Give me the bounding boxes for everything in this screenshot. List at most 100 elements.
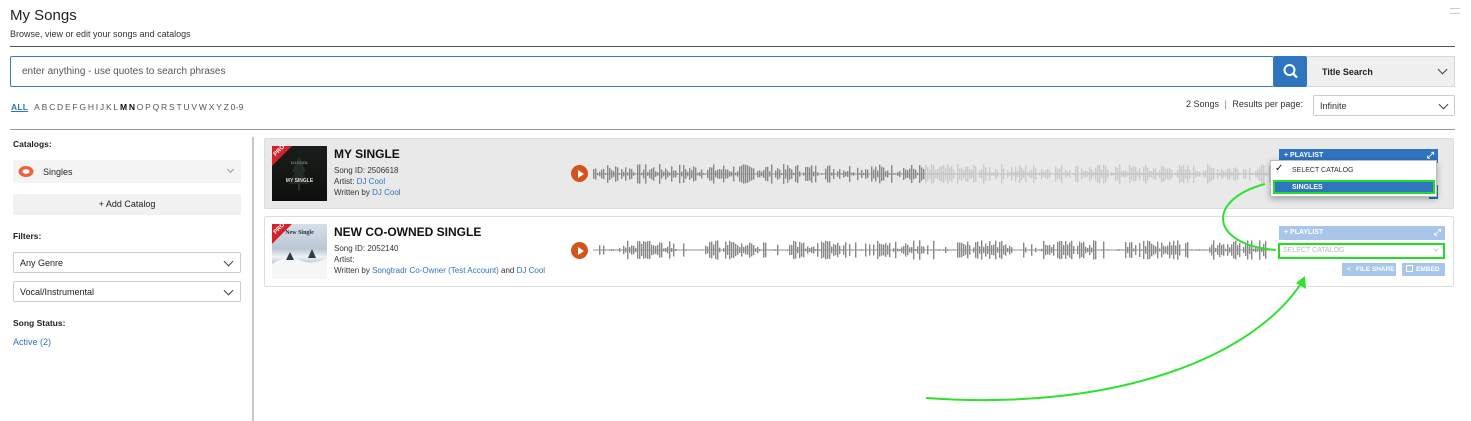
writer-link[interactable]: DJ Cool [372,188,400,197]
alpha-filter-letter[interactable]: O [137,102,144,112]
play-button[interactable] [571,165,588,182]
alpha-filter-all[interactable]: ALL [11,102,28,112]
waveform-bar [689,249,691,251]
sidebar-catalog-singles[interactable]: Singles [13,160,241,183]
waveform-bar [607,249,609,251]
dropdown-option-label: SINGLES [1292,184,1323,191]
waveform-bar [941,249,943,251]
add-catalog-button[interactable]: + Add Catalog [13,194,241,215]
waveform-bar [877,170,879,178]
alpha-filter-letter[interactable]: J [100,102,104,112]
waveform-bar [897,172,899,176]
waveform-bar [963,243,965,257]
alpha-filter-letter[interactable]: X [209,102,215,112]
song-title[interactable]: MY SINGLE [334,147,400,161]
alpha-filter-letter[interactable]: R [161,102,167,112]
waveform-bar [791,169,793,179]
song-title[interactable]: NEW CO-OWNED SINGLE [334,225,481,239]
alpha-filter-letter[interactable]: Y [216,102,222,112]
waveform-bar [1015,166,1017,182]
waveform-bar [783,164,785,184]
dropdown-option-select-catalog[interactable]: ✓ SELECT CATALOG [1273,163,1433,177]
alpha-filter-letter[interactable]: W [199,102,207,112]
waveform-bar [669,172,671,176]
waveform-bar [679,164,681,184]
waveform-bar [811,247,813,253]
alpha-filter-letter[interactable]: A [34,102,40,112]
waveform-bar [1091,247,1093,253]
alpha-filter-letter[interactable]: P [145,102,151,112]
waveform-bar [989,241,991,259]
waveform-bar [947,164,949,184]
waveform-bar [747,245,749,255]
alpha-filter-letter[interactable]: S [169,102,175,112]
waveform-bar [711,241,713,259]
writer-link[interactable]: Songtradr Co-Owner (Test Account) [372,266,499,275]
waveform-bar [685,169,687,179]
waveform-bar [637,241,639,259]
waveform-bar [973,165,975,183]
waveform-bar [1137,171,1139,177]
alpha-filter-letter[interactable]: N [129,102,135,112]
waveform-bar [691,169,693,179]
alpha-filter-letter[interactable]: T [176,102,181,112]
waveform-bar [793,172,795,176]
alpha-filter-letter[interactable]: I [96,102,99,112]
expand-icon[interactable]: ⤢ [1434,227,1441,238]
writer-link[interactable]: DJ Cool [517,266,545,275]
search-button[interactable] [1274,56,1307,87]
waveform-bar [773,173,775,175]
alpha-filter-letter[interactable]: C [49,102,55,112]
embed-button[interactable]: EMBED [1402,263,1445,276]
waveform[interactable] [593,239,1273,261]
waveform-bar [921,167,923,181]
waveform-bar [683,165,685,183]
artist-link[interactable]: DJ Cool [357,177,385,186]
alpha-filter-letter[interactable]: V [191,102,197,112]
waveform-bar [627,240,629,260]
waveform[interactable] [593,163,1273,185]
menu-icon[interactable] [1450,8,1460,14]
waveform-bar [789,244,791,256]
alpha-filter-letter[interactable]: H [88,102,94,112]
alpha-filter-letter[interactable]: K [106,102,112,112]
waveform-bar [1233,241,1235,259]
search-input[interactable] [11,57,1273,86]
alpha-filter-letter[interactable]: M [120,102,127,112]
waveform-bar [1063,172,1065,176]
waveform-bar [737,245,739,255]
alpha-filter-letter[interactable]: U [183,102,189,112]
waveform-bar [1009,172,1011,176]
waveform-bar [1127,246,1129,254]
alpha-filter-letter[interactable]: E [65,102,71,112]
waveform-bar [1133,248,1135,252]
play-button[interactable] [571,242,588,259]
page-title: My Songs [10,7,77,24]
alpha-filter-letter[interactable]: Q [153,102,160,112]
genre-select[interactable]: Any Genre [13,252,241,273]
alpha-filter-letter[interactable]: L [113,102,118,112]
search-mode-select[interactable]: Title Search [1307,56,1455,87]
alpha-filter-letter[interactable]: 0-9 [231,102,244,112]
waveform-bar [1187,241,1189,259]
waveform-bar [839,245,841,255]
chevron-down-icon [223,256,234,267]
alpha-filter-letter[interactable]: Z [224,102,229,112]
waveform-bar [735,172,737,176]
catalog-select[interactable]: SELECT CATALOG [1278,243,1445,259]
waveform-bar [795,166,797,182]
file-share-button[interactable]: < FILE SHARE [1342,263,1396,276]
waveform-bar [601,249,603,251]
waveform-bar [741,243,743,257]
per-page-select[interactable]: Infinite [1313,95,1455,116]
dropdown-option-singles[interactable]: SINGLES [1273,180,1435,194]
alpha-filter-letter[interactable]: D [57,102,63,112]
alpha-filter-letter[interactable]: B [42,102,48,112]
vocal-select[interactable]: Vocal/Instrumental [13,281,241,302]
alpha-filter-letter[interactable]: F [72,102,77,112]
status-active-link[interactable]: Active (2) [13,337,51,347]
song-card: New Single PRO NEW CO-OWNED SINGLE Song … [264,216,1454,287]
alpha-filter-letter[interactable]: G [79,102,86,112]
waveform-bar [743,246,745,254]
add-to-playlist-button[interactable]: + PLAYLIST ⤢ [1279,226,1445,240]
